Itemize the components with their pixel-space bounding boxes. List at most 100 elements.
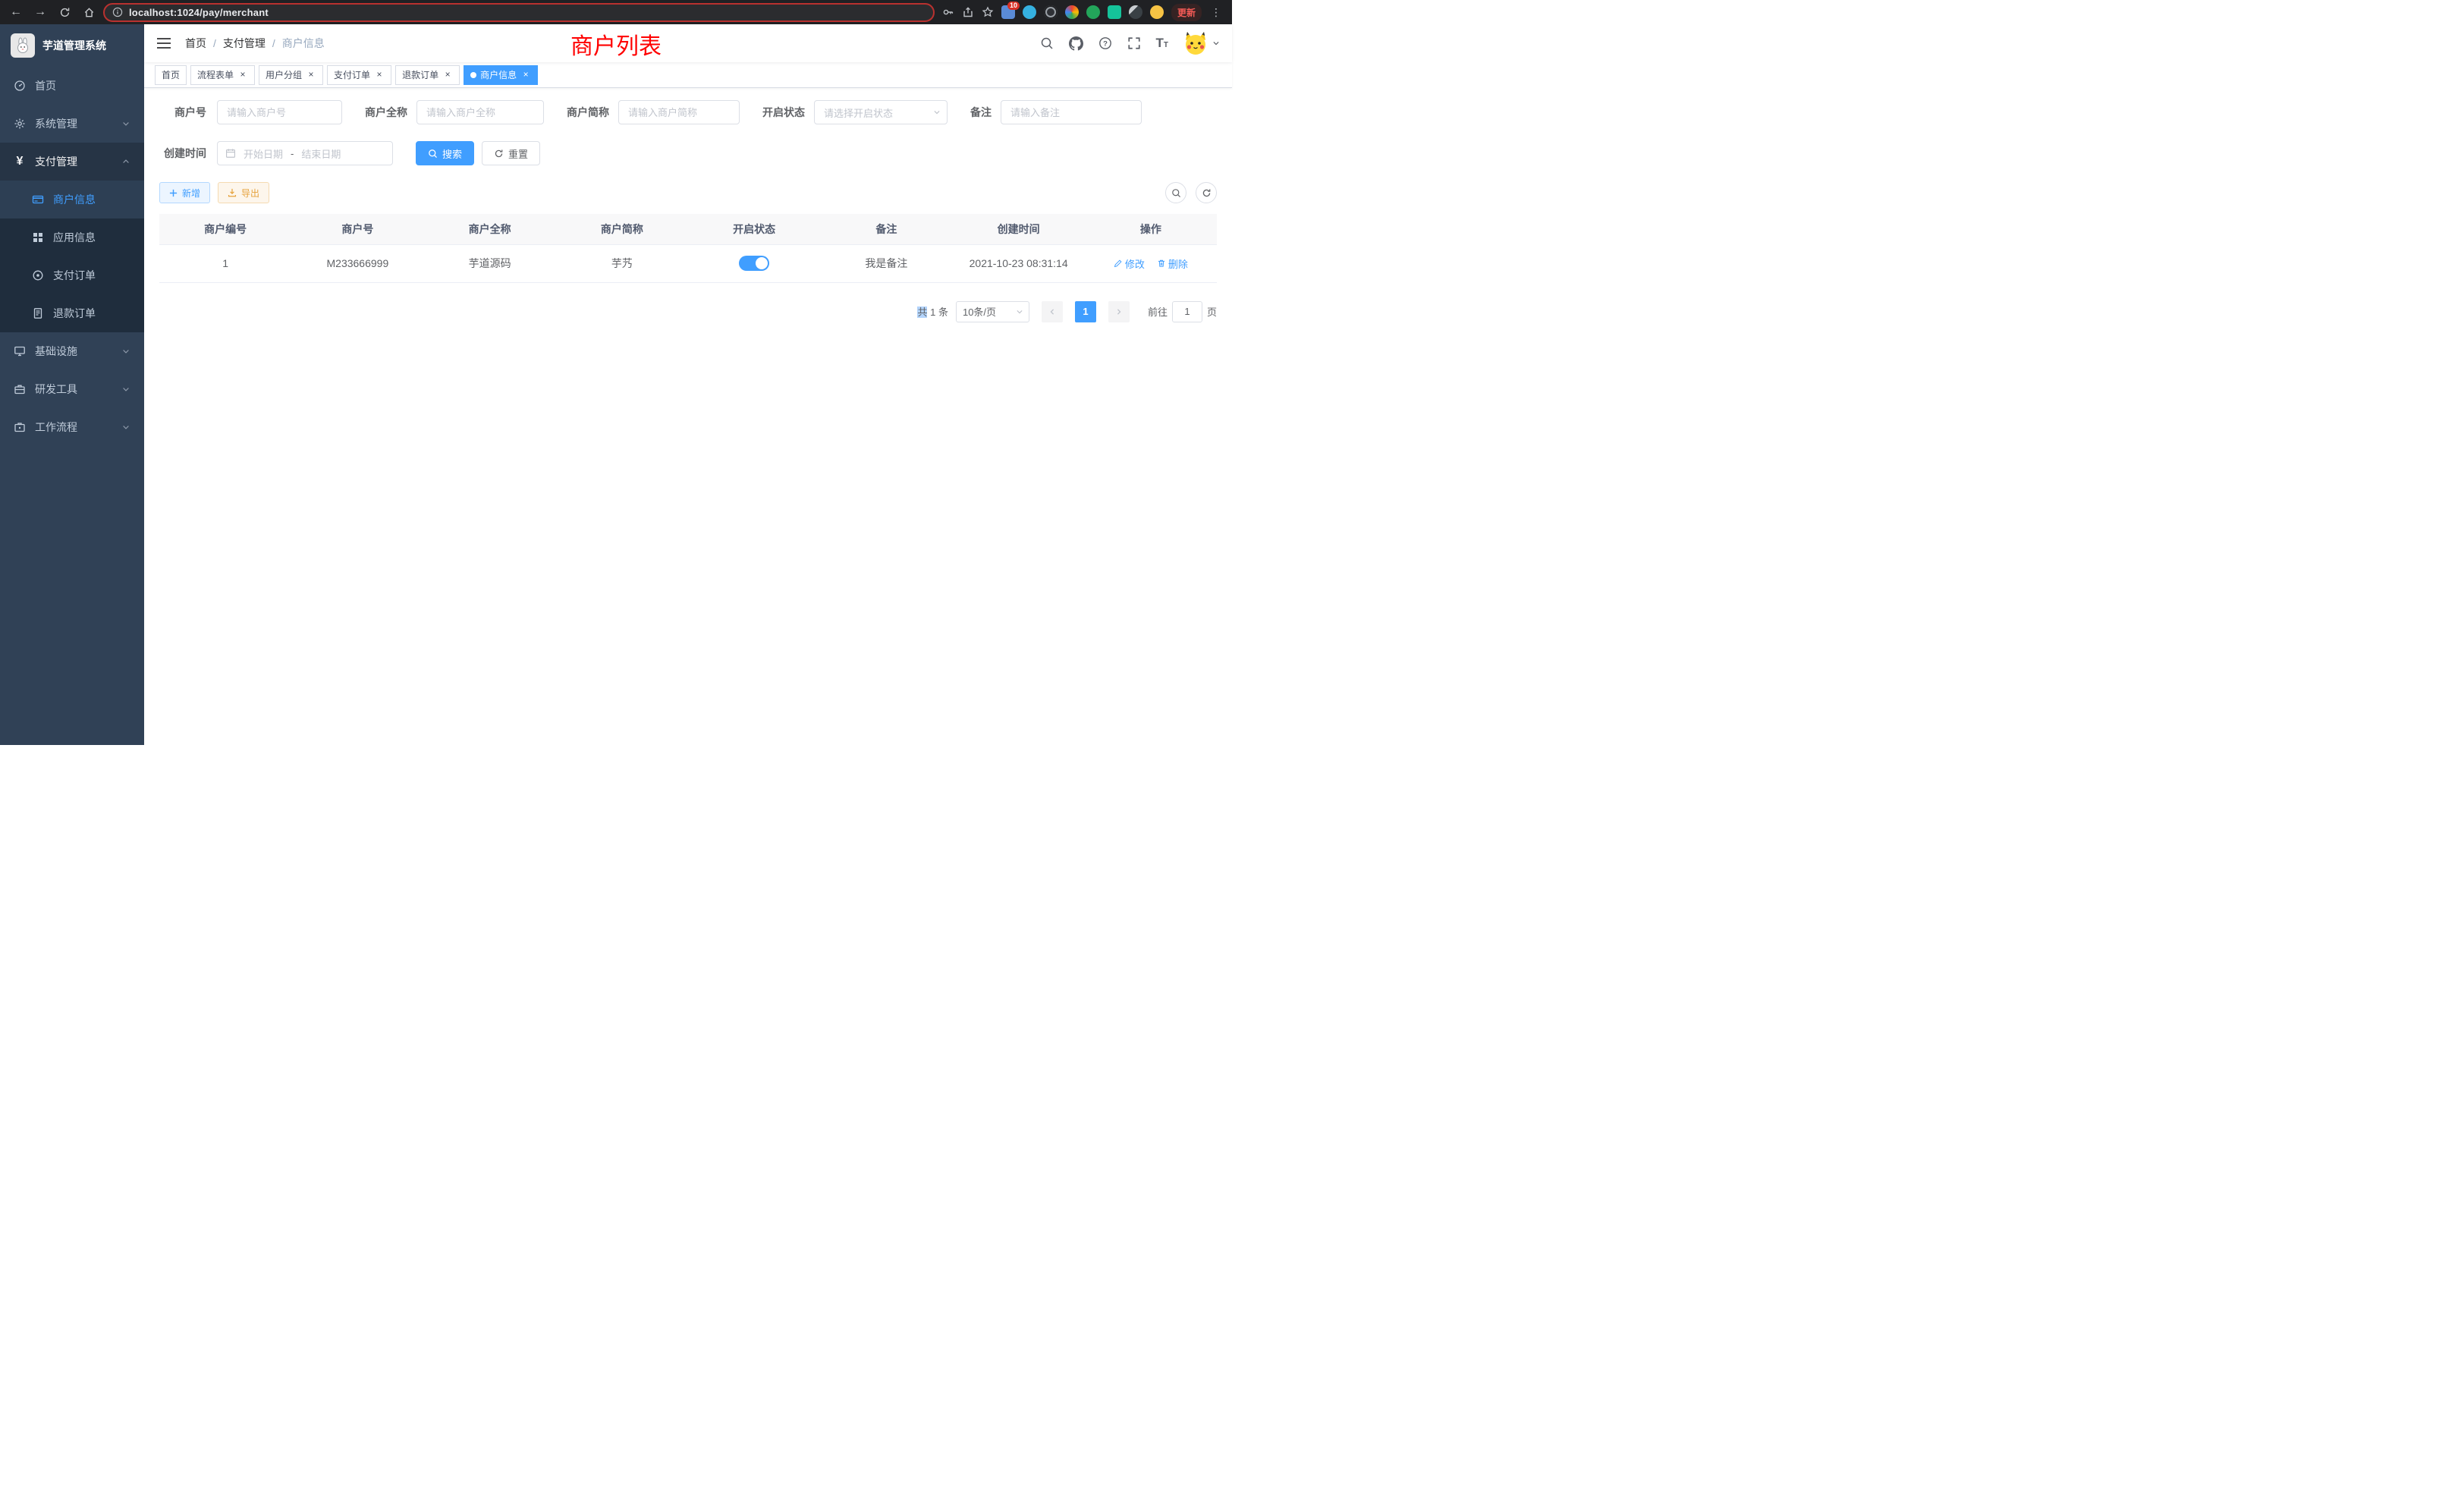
- close-icon[interactable]: ×: [442, 70, 453, 80]
- breadcrumb-current: 商户信息: [282, 36, 325, 51]
- extensions-puzzle-icon[interactable]: 10: [1001, 5, 1015, 19]
- add-button-label: 新增: [182, 187, 200, 200]
- sidebar-item-workflow[interactable]: 工作流程: [0, 408, 144, 446]
- edit-link-label: 修改: [1125, 256, 1145, 271]
- sidebar-item-system[interactable]: 系统管理: [0, 105, 144, 143]
- extension-square-icon[interactable]: [1108, 5, 1121, 19]
- sidebar-item-infrastructure[interactable]: 基础设施: [0, 332, 144, 370]
- fullscreen-icon[interactable]: [1127, 36, 1141, 50]
- close-icon[interactable]: ×: [237, 70, 248, 80]
- avatar: [1183, 31, 1208, 55]
- goto-unit: 页: [1207, 304, 1217, 319]
- gear-icon: [14, 118, 26, 130]
- help-icon[interactable]: ?: [1098, 36, 1112, 50]
- extension-drop-icon[interactable]: [1023, 5, 1036, 19]
- sidebar-item-label: 支付管理: [35, 154, 77, 169]
- extension-pinwheel-icon[interactable]: [1129, 5, 1142, 19]
- refresh-table-icon[interactable]: [1196, 182, 1217, 203]
- tab-pay-order[interactable]: 支付订单 ×: [327, 65, 391, 85]
- github-icon[interactable]: [1069, 36, 1083, 51]
- bookmark-star-icon[interactable]: [982, 6, 994, 18]
- tab-process-form[interactable]: 流程表单 ×: [190, 65, 255, 85]
- sidebar-item-dev-tools[interactable]: 研发工具: [0, 370, 144, 408]
- font-size-icon[interactable]: TT: [1156, 36, 1169, 51]
- user-menu[interactable]: [1183, 31, 1220, 55]
- merchant-no-input[interactable]: [217, 100, 342, 124]
- page-number-button[interactable]: 1: [1075, 301, 1096, 322]
- delete-link[interactable]: 删除: [1157, 256, 1188, 271]
- status-toggle[interactable]: [739, 256, 769, 271]
- tab-user-group[interactable]: 用户分组 ×: [259, 65, 323, 85]
- grid-icon: [32, 231, 44, 244]
- yen-icon: ¥: [14, 156, 26, 168]
- status-select[interactable]: 请选择开启状态: [814, 100, 948, 124]
- export-button[interactable]: 导出: [218, 182, 269, 203]
- total-suffix: 条: [938, 306, 948, 318]
- sidebar-item-label: 基础设施: [35, 344, 77, 359]
- browser-toolbar: ← → localhost:1024/pay/merchant 10 更新: [0, 0, 1232, 24]
- search-button[interactable]: 搜索: [416, 141, 474, 165]
- table-header-row: 商户编号 商户号 商户全称 商户简称 开启状态 备注 创建时间 操作: [159, 214, 1217, 244]
- next-page-button[interactable]: [1108, 301, 1130, 322]
- sidebar-item-pay-order[interactable]: 支付订单: [0, 256, 144, 294]
- add-button[interactable]: 新增: [159, 182, 210, 203]
- toggle-search-icon[interactable]: [1165, 182, 1186, 203]
- cell-full-name: 芋道源码: [424, 244, 556, 282]
- forward-icon[interactable]: →: [30, 2, 50, 22]
- close-icon[interactable]: ×: [374, 70, 385, 80]
- tab-home[interactable]: 首页: [155, 65, 187, 85]
- tab-label: 首页: [162, 68, 180, 81]
- col-header: 备注: [820, 214, 952, 244]
- remark-input[interactable]: [1001, 100, 1142, 124]
- full-name-input[interactable]: [416, 100, 544, 124]
- page-info-icon[interactable]: [112, 7, 123, 17]
- extension-face-icon[interactable]: [1150, 5, 1164, 19]
- sidebar-item-home[interactable]: 首页: [0, 67, 144, 105]
- start-date-placeholder: 开始日期: [244, 146, 283, 161]
- tab-merchant-info[interactable]: 商户信息 ×: [464, 65, 538, 85]
- create-time-range-picker[interactable]: 开始日期 - 结束日期: [217, 141, 393, 165]
- url-bar[interactable]: localhost:1024/pay/merchant: [103, 3, 935, 22]
- cell-create-time: 2021-10-23 08:31:14: [953, 244, 1085, 282]
- top-navbar: 首页 / 支付管理 / 商户信息 ? TT: [144, 24, 1232, 62]
- browser-update-button[interactable]: 更新: [1171, 4, 1202, 21]
- browser-actions: 10 更新 ⋮: [939, 4, 1226, 21]
- refresh-icon[interactable]: [55, 2, 74, 22]
- search-icon[interactable]: [1040, 36, 1054, 50]
- sidebar-item-payment[interactable]: ¥ 支付管理: [0, 143, 144, 181]
- extension-color-icon[interactable]: [1065, 5, 1079, 19]
- extension-green-icon[interactable]: [1086, 5, 1100, 19]
- sidebar-item-app-info[interactable]: 应用信息: [0, 218, 144, 256]
- table-row: 1 M233666999 芋道源码 芋艿 我是备注 2021-10-23 08:…: [159, 244, 1217, 282]
- breadcrumb-item[interactable]: 支付管理: [223, 36, 266, 51]
- merchant-no-label: 商户号: [159, 105, 206, 120]
- password-key-icon[interactable]: [942, 6, 954, 18]
- col-header: 创建时间: [953, 214, 1085, 244]
- page-content: 商户号 商户全称 商户简称 开启状态 请选择开启状态: [144, 88, 1232, 745]
- sidebar-fold-icon[interactable]: [156, 37, 171, 49]
- page-size-select[interactable]: 10条/页: [956, 301, 1029, 322]
- short-name-input[interactable]: [618, 100, 740, 124]
- close-icon[interactable]: ×: [520, 70, 531, 80]
- home-icon[interactable]: [79, 2, 99, 22]
- tab-refund-order[interactable]: 退款订单 ×: [395, 65, 460, 85]
- sidebar-item-refund-order[interactable]: 退款订单: [0, 294, 144, 332]
- back-icon[interactable]: ←: [6, 2, 26, 22]
- chevron-down-icon: [121, 423, 130, 432]
- breadcrumb-item[interactable]: 首页: [185, 36, 206, 51]
- reset-button[interactable]: 重置: [482, 141, 540, 165]
- tab-label: 流程表单: [197, 68, 234, 81]
- goto-page-input[interactable]: [1172, 301, 1202, 322]
- edit-link[interactable]: 修改: [1114, 256, 1145, 271]
- export-button-label: 导出: [241, 187, 259, 200]
- sidebar-item-merchant-info[interactable]: 商户信息: [0, 181, 144, 218]
- col-header: 操作: [1085, 214, 1217, 244]
- close-icon[interactable]: ×: [306, 70, 316, 80]
- document-icon: [32, 307, 44, 319]
- share-icon[interactable]: [962, 6, 974, 18]
- filter-row-1: 商户号 商户全称 商户简称 开启状态 请选择开启状态: [159, 100, 1217, 124]
- browser-menu-icon[interactable]: ⋮: [1209, 6, 1223, 19]
- sidebar-logo[interactable]: 芋道管理系统: [0, 24, 144, 67]
- extension-dark-icon[interactable]: [1044, 5, 1058, 19]
- prev-page-button[interactable]: [1042, 301, 1063, 322]
